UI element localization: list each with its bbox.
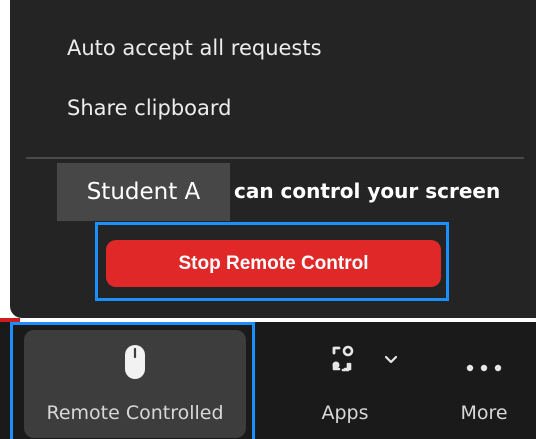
more-label: More: [460, 402, 508, 424]
remote-control-screen: Auto accept all requests Share clipboard…: [0, 0, 536, 439]
meeting-toolbar: Remote Controlled Apps More: [0, 322, 536, 439]
menu-item-auto-accept[interactable]: Auto accept all requests: [67, 38, 322, 59]
menu-item-share-clipboard[interactable]: Share clipboard: [67, 98, 231, 119]
remote-control-menu: Auto accept all requests Share clipboard…: [10, 0, 536, 318]
remote-controlled-label: Remote Controlled: [46, 402, 224, 424]
menu-divider: [26, 157, 524, 159]
mouse-icon: [124, 344, 146, 386]
apps-label: Apps: [321, 402, 369, 424]
controller-name-label: Student A: [57, 163, 230, 221]
more-button[interactable]: More: [432, 330, 536, 438]
remote-controlled-button[interactable]: Remote Controlled: [24, 330, 246, 438]
stop-remote-control-button[interactable]: Stop Remote Control: [106, 240, 441, 287]
apps-icon: [325, 344, 365, 386]
control-status-text: can control your screen: [234, 179, 501, 203]
apps-button[interactable]: Apps: [286, 330, 404, 438]
more-dots-icon: [464, 358, 504, 377]
chevron-down-icon[interactable]: [384, 350, 398, 369]
